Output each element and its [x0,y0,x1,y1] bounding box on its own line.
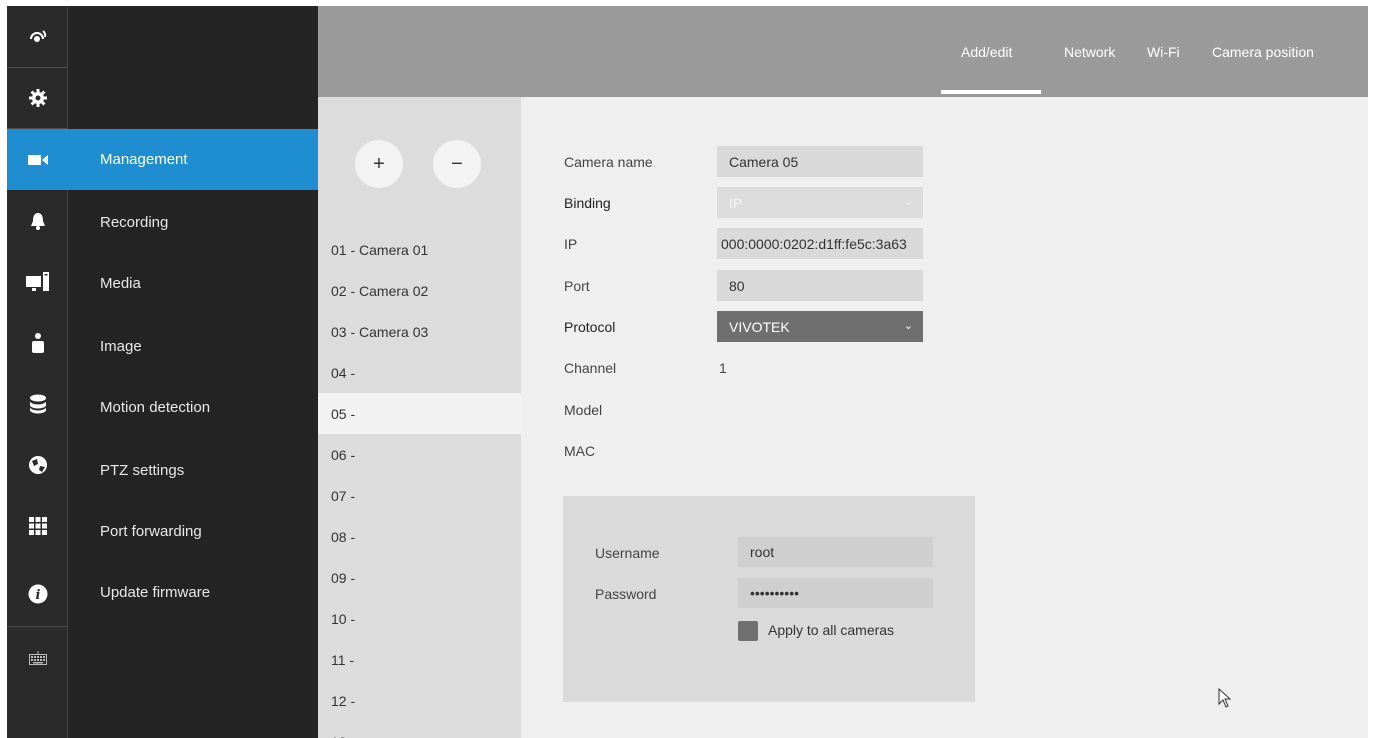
menu-item-label: Media [100,275,141,292]
menu-item-ptz-settings[interactable]: PTZ settings [68,440,318,501]
camera-list-item[interactable]: 03 - Camera 03 [318,311,521,352]
port-label: Port [564,278,590,294]
password-value: •••••••••• [750,585,800,601]
port-value: 80 [729,277,745,294]
port-input[interactable]: 80 [717,270,923,301]
tab-add-edit[interactable]: Add/edit [961,44,1012,60]
ip-label: IP [564,236,578,252]
channel-value: 1 [719,360,727,376]
add-camera-button[interactable]: + [355,140,403,188]
binding-label: Binding [564,195,611,211]
plus-icon: + [373,152,385,175]
binding-value: IP [729,194,743,211]
menu-item-label: Management [100,151,188,168]
protocol-select[interactable]: VIVOTEK ⌄ [717,311,923,342]
ip-input[interactable]: 000:0000:0202:d1ff:fe5c:3a63 [717,228,923,259]
ip-value: 000:0000:0202:d1ff:fe5c:3a63 [721,235,907,252]
binding-select: IP ⌄ [717,187,923,218]
menu-item-motion-detection[interactable]: Motion detection [68,377,318,438]
camera-list-item[interactable]: 07 - [318,475,521,516]
apply-all-label[interactable]: Apply to all cameras [768,622,894,638]
gear-icon[interactable] [7,67,68,128]
camera-list-item[interactable]: 12 - [318,680,521,721]
globe-icon[interactable] [7,434,68,495]
monitor-icon[interactable] [7,251,68,312]
menu-item-label: Update firmware [100,584,211,601]
menu-item-label: PTZ settings [100,462,185,479]
person-icon[interactable] [7,312,68,373]
icon-rail: i [7,6,68,738]
menu-item-update-firmware[interactable]: Update firmware [68,562,318,623]
chevron-down-icon: ⌄ [903,320,913,332]
menu-item-label: Image [100,338,142,355]
menu-item-label: Recording [100,214,169,231]
camera-list-item[interactable]: 10 - [318,598,521,639]
app-window: i Management Recording Media Image Motio… [7,6,1368,738]
camera-list-item[interactable]: 01 - Camera 01 [318,229,521,270]
video-camera-icon[interactable] [7,129,68,190]
database-icon[interactable] [7,373,68,434]
camera-list-item[interactable]: 09 - [318,557,521,598]
camera-remote-icon[interactable] [7,6,68,67]
remove-camera-button[interactable]: − [433,140,481,188]
camera-name-value: Camera 05 [729,153,799,170]
apply-all-checkbox[interactable] [738,621,758,641]
model-label: Model [564,402,603,418]
menu-item-label: Port forwarding [100,523,202,540]
camera-list-item[interactable]: 11 - [318,639,521,680]
camera-list-item[interactable]: 13 - [318,721,521,738]
password-input[interactable]: •••••••••• [738,578,933,608]
password-label: Password [595,586,657,602]
grid-icon[interactable] [7,495,68,556]
camera-list-item[interactable]: 02 - Camera 02 [318,270,521,311]
menu-item-port-forwarding[interactable]: Port forwarding [68,501,318,562]
bell-icon[interactable] [7,190,68,251]
top-bar: Add/edit Network Wi-Fi Camera position [318,6,1368,97]
tab-camera-position[interactable]: Camera position [1212,44,1314,60]
menu-item-recording[interactable]: Recording [68,192,318,253]
protocol-value: VIVOTEK [729,318,790,335]
channel-label: Channel [564,360,617,376]
menu-item-media[interactable]: Media [68,253,318,314]
chevron-down-icon: ⌄ [903,196,913,208]
username-label: Username [595,545,660,561]
camera-list-item-selected[interactable]: 05 - [318,393,521,434]
active-tab-indicator [941,90,1041,94]
camera-name-label: Camera name [564,154,653,170]
menu-item-image[interactable]: Image [68,316,318,377]
svg-text:i: i [35,588,40,603]
menu-item-label: Motion detection [100,399,211,416]
settings-menu: Management Recording Media Image Motion … [68,6,318,738]
tab-network[interactable]: Network [1064,44,1115,60]
camera-list: + − 01 - Camera 01 02 - Camera 02 03 - C… [318,97,521,738]
camera-list-item[interactable]: 08 - [318,516,521,557]
keyboard-icon[interactable] [7,627,68,688]
username-value: root [750,544,775,560]
menu-item-management[interactable]: Management [68,129,318,190]
minus-icon: − [451,152,463,175]
camera-list-item[interactable]: 04 - [318,352,521,393]
camera-list-item[interactable]: 06 - [318,434,521,475]
info-icon[interactable]: i [7,563,68,624]
credentials-panel: Username root Password •••••••••• Apply … [563,496,975,702]
mac-label: MAC [564,443,596,459]
tab-wifi[interactable]: Wi-Fi [1147,44,1180,60]
camera-edit-form: Camera name Camera 05 Binding IP ⌄ IP 000… [521,97,1368,738]
camera-name-input[interactable]: Camera 05 [717,146,923,177]
username-input[interactable]: root [738,537,933,567]
mouse-cursor-icon [1218,687,1232,713]
protocol-label: Protocol [564,319,616,335]
